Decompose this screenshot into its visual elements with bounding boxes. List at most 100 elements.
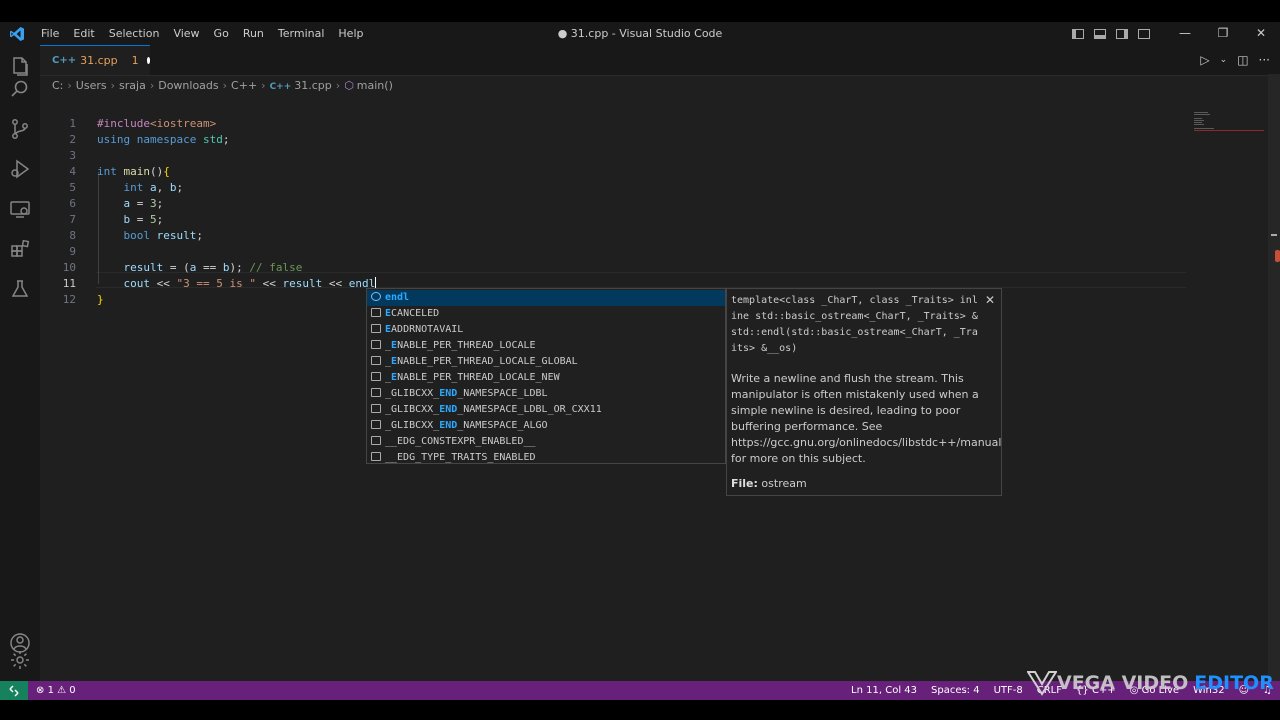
suggestion-label-part: NABLE_PER_THREAD_LOCALE — [397, 340, 536, 351]
breadcrumb-symbol[interactable]: main() — [357, 79, 393, 92]
suggestion-label-part: _GLIBCXX_ — [385, 404, 440, 415]
suggestion-item[interactable]: _GLIBCXX_END_NAMESPACE_ALGO — [367, 418, 725, 434]
breadcrumb-downloads[interactable]: Downloads — [158, 79, 218, 92]
suggestion-item[interactable]: endl — [367, 290, 725, 306]
line-number: 1 — [69, 117, 76, 130]
restore-button[interactable]: ❐ — [1204, 22, 1242, 45]
suggestion-label-part: _NAMESPACE_LDBL — [457, 388, 548, 399]
tab-31-cpp[interactable]: C++ 31.cpp 1 — [40, 45, 150, 75]
unsaved-dot-icon[interactable] — [146, 57, 150, 64]
code-token: ); — [229, 261, 250, 274]
suggestion-label-part: END — [439, 420, 458, 431]
source-control-icon[interactable] — [8, 117, 32, 141]
menu-help[interactable]: Help — [331, 22, 370, 45]
customize-layout-icon[interactable] — [1138, 28, 1150, 39]
suggestion-item[interactable]: _ENABLE_PER_THREAD_LOCALE — [367, 338, 725, 354]
more-actions-icon[interactable]: ··· — [1259, 53, 1270, 67]
code-token: result — [123, 261, 164, 274]
code-token: << — [255, 277, 283, 290]
editor-actions: ▷ ⌄ ◫ ··· — [1200, 45, 1270, 75]
code-line[interactable]: 10 result = (a == b); // false — [40, 260, 1180, 276]
vscode-window: File Edit Selection View Go Run Terminal… — [0, 22, 1280, 700]
code-line[interactable]: 9 — [40, 244, 1180, 260]
suggestion-widget[interactable]: endl ECANCELED EADDRNOTAVAIL _ENABLE_PER_TH… — [366, 288, 726, 464]
run-debug-icon[interactable] — [8, 157, 32, 181]
close-icon[interactable]: ✕ — [985, 293, 995, 307]
remote-indicator-icon[interactable] — [0, 681, 28, 700]
symbol-macro-icon — [371, 436, 381, 445]
breadcrumb-drive[interactable]: C: — [52, 79, 63, 92]
code-line[interactable]: 5 int a, b; — [40, 180, 1180, 196]
suggestion-item[interactable]: ECANCELED — [367, 306, 725, 322]
code-line[interactable]: 7 b = 5; — [40, 212, 1180, 228]
suggestion-item[interactable]: EADDRNOTAVAIL — [367, 322, 725, 338]
watermark-logo: VEGA VIDEO EDITOR — [1027, 668, 1274, 698]
remote-explorer-icon[interactable] — [8, 197, 32, 221]
menu-file[interactable]: File — [34, 22, 66, 45]
editor-scrollbar[interactable] — [1268, 74, 1280, 684]
symbol-macro-icon — [371, 420, 381, 429]
extensions-icon[interactable] — [8, 237, 32, 261]
close-window-button[interactable]: ✕ — [1242, 22, 1280, 45]
menu-terminal[interactable]: Terminal — [271, 22, 332, 45]
breadcrumb-file[interactable]: 31.cpp — [294, 79, 332, 92]
testing-icon[interactable] — [8, 277, 32, 301]
menu-run[interactable]: Run — [236, 22, 271, 45]
line-number: 9 — [69, 245, 76, 258]
menu-go[interactable]: Go — [207, 22, 236, 45]
line-number: 6 — [69, 197, 76, 210]
suggestion-label-part: __EDG_TYPE_TRAITS_ENABLED — [385, 452, 536, 463]
suggestion-item[interactable]: _GLIBCXX_END_NAMESPACE_LDBL_OR_CXX11 — [367, 402, 725, 418]
manage-gear-icon[interactable] — [8, 648, 32, 672]
chevron-right-icon: › — [222, 79, 228, 92]
line-number: 5 — [69, 181, 76, 194]
symbol-macro-icon — [371, 452, 381, 461]
code-token: b — [222, 261, 230, 274]
explorer-icon[interactable] — [8, 55, 32, 79]
minimap[interactable] — [1194, 112, 1264, 142]
cursor-position[interactable]: Ln 11, Col 43 — [851, 685, 917, 696]
toggle-primary-sidebar-icon[interactable] — [1072, 28, 1084, 39]
title-bar: File Edit Selection View Go Run Terminal… — [0, 22, 1280, 45]
code-line[interactable]: 2 using namespace std; — [40, 132, 1180, 148]
suggestion-item[interactable]: _ENABLE_PER_THREAD_LOCALE_GLOBAL — [367, 354, 725, 370]
code-token: #include — [97, 117, 150, 130]
doc-file-value: ostream — [761, 477, 807, 490]
code-line[interactable]: 6 a = 3; — [40, 196, 1180, 212]
code-line[interactable]: 1 #include<iostream> — [40, 116, 1180, 132]
tab-filename: 31.cpp — [80, 54, 118, 67]
problems-indicator[interactable]: ⊗ 1 ⚠ 0 — [36, 681, 76, 700]
code-token: << — [322, 277, 349, 290]
menu-edit[interactable]: Edit — [66, 22, 101, 45]
code-text: #include<iostream> — [97, 116, 216, 132]
search-icon[interactable] — [8, 77, 32, 101]
suggestion-label-part: _NAMESPACE_LDBL_OR_CXX11 — [457, 404, 602, 415]
indentation[interactable]: Spaces: 4 — [931, 685, 980, 696]
encoding[interactable]: UTF-8 — [994, 685, 1023, 696]
menu-view[interactable]: View — [166, 22, 206, 45]
suggestion-item[interactable]: _GLIBCXX_END_NAMESPACE_LDBL — [367, 386, 725, 402]
symbol-macro-icon — [371, 356, 381, 365]
run-dropdown-chevron-icon[interactable]: ⌄ — [1220, 55, 1228, 65]
code-token: result — [156, 229, 197, 242]
code-token: ; — [176, 181, 184, 194]
breadcrumb-folder[interactable]: C++ — [231, 79, 257, 92]
breadcrumb-users[interactable]: Users — [76, 79, 107, 92]
title-controls: — ❐ ✕ — [1067, 22, 1280, 45]
code-line[interactable]: 3 — [40, 148, 1180, 164]
code-token: 3 — [150, 197, 157, 210]
breadcrumb-user[interactable]: sraja — [119, 79, 146, 92]
toggle-panel-icon[interactable] — [1094, 28, 1106, 39]
code-line[interactable]: 8 bool result; — [40, 228, 1180, 244]
minimize-button[interactable]: — — [1166, 22, 1204, 45]
suggestion-item[interactable]: __EDG_TYPE_TRAITS_ENABLED — [367, 450, 725, 466]
toggle-secondary-sidebar-icon[interactable] — [1116, 28, 1128, 39]
code-token: main — [123, 165, 151, 178]
menu-selection[interactable]: Selection — [102, 22, 167, 45]
suggestion-item[interactable]: _ENABLE_PER_THREAD_LOCALE_NEW — [367, 370, 725, 386]
code-line[interactable]: 4 int main(){ — [40, 164, 1180, 180]
split-editor-icon[interactable]: ◫ — [1237, 53, 1248, 67]
suggestion-item[interactable]: __EDG_CONSTEXPR_ENABLED__ — [367, 434, 725, 450]
run-file-icon[interactable]: ▷ — [1200, 53, 1209, 67]
